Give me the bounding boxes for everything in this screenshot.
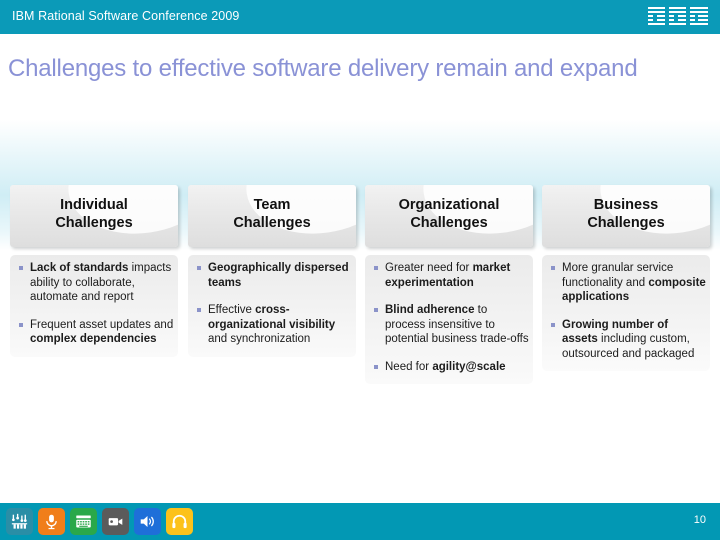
bullet-emphasis: Geographically dispersed teams [208,262,349,289]
page-number: 10 [693,514,706,526]
headphones-icon[interactable] [166,508,193,535]
column-header-team: Team Challenges [188,185,356,247]
bullet-emphasis: Lack of standards [30,262,129,274]
bullet-item: Greater need for market experimentation [371,261,529,290]
bullet-item: Frequent asset updates and complex depen… [16,318,174,347]
ibm-logo [648,6,708,28]
page-title: Challenges to effective software deliver… [8,55,638,82]
column-header-label: Team Challenges [233,197,311,231]
footer-icon-strip [6,508,193,535]
column-team-challenges: Team Challenges Geographically dispersed… [188,185,356,357]
column-header-individual: Individual Challenges [10,185,178,247]
bullet-text: Need for [385,360,433,373]
bullet-item: Geographically dispersed teams [194,261,352,290]
column-individual-challenges: Individual Challenges Lack of standards … [10,185,178,357]
microphone-icon[interactable] [38,508,65,535]
column-header-organizational: Organizational Challenges [365,185,533,247]
column-organizational-challenges: Organizational Challenges Greater need f… [365,185,533,384]
column-body-individual: Lack of standards impacts ability to col… [10,255,178,357]
bullet-item: Growing number of assets including custo… [548,318,706,362]
column-header-label: Individual Challenges [55,197,133,231]
column-body-business: More granular service functionality and … [542,255,710,371]
column-header-label: Organizational Challenges [398,197,500,231]
column-body-organizational: Greater need for market experimentation B… [365,255,533,384]
bullet-item: More granular service functionality and … [548,261,706,305]
bullet-text: Greater need for [385,262,473,274]
bullet-emphasis: complex dependencies [30,333,157,345]
speaker-icon[interactable] [134,508,161,535]
bullet-text: Frequent asset updates and [30,318,174,331]
column-body-team: Geographically dispersed teams Effective … [188,255,356,357]
column-business-challenges: Business Challenges More granular servic… [542,185,710,371]
video-camera-icon[interactable] [102,508,129,535]
bullet-emphasis: Blind adherence [385,304,475,316]
bullet-emphasis: agility@scale [432,360,506,373]
challenges-grid: Individual Challenges Lack of standards … [0,185,720,485]
chart-bars-icon[interactable] [6,508,33,535]
bullet-text: and synchronization [208,333,311,345]
bullet-item: Need for agility@scale [371,360,529,375]
conference-title: IBM Rational Software Conference 2009 [12,9,240,23]
bullet-item: Lack of standards impacts ability to col… [16,261,174,305]
bullet-text: Effective [208,304,256,316]
column-header-business: Business Challenges [542,185,710,247]
column-header-label: Business Challenges [587,197,665,231]
bullet-item: Blind adherence to process insensitive t… [371,303,529,347]
bullet-item: Effective cross-organizational visibilit… [194,303,352,347]
top-banner: IBM Rational Software Conference 2009 [0,0,720,34]
keyboard-icon[interactable] [70,508,97,535]
